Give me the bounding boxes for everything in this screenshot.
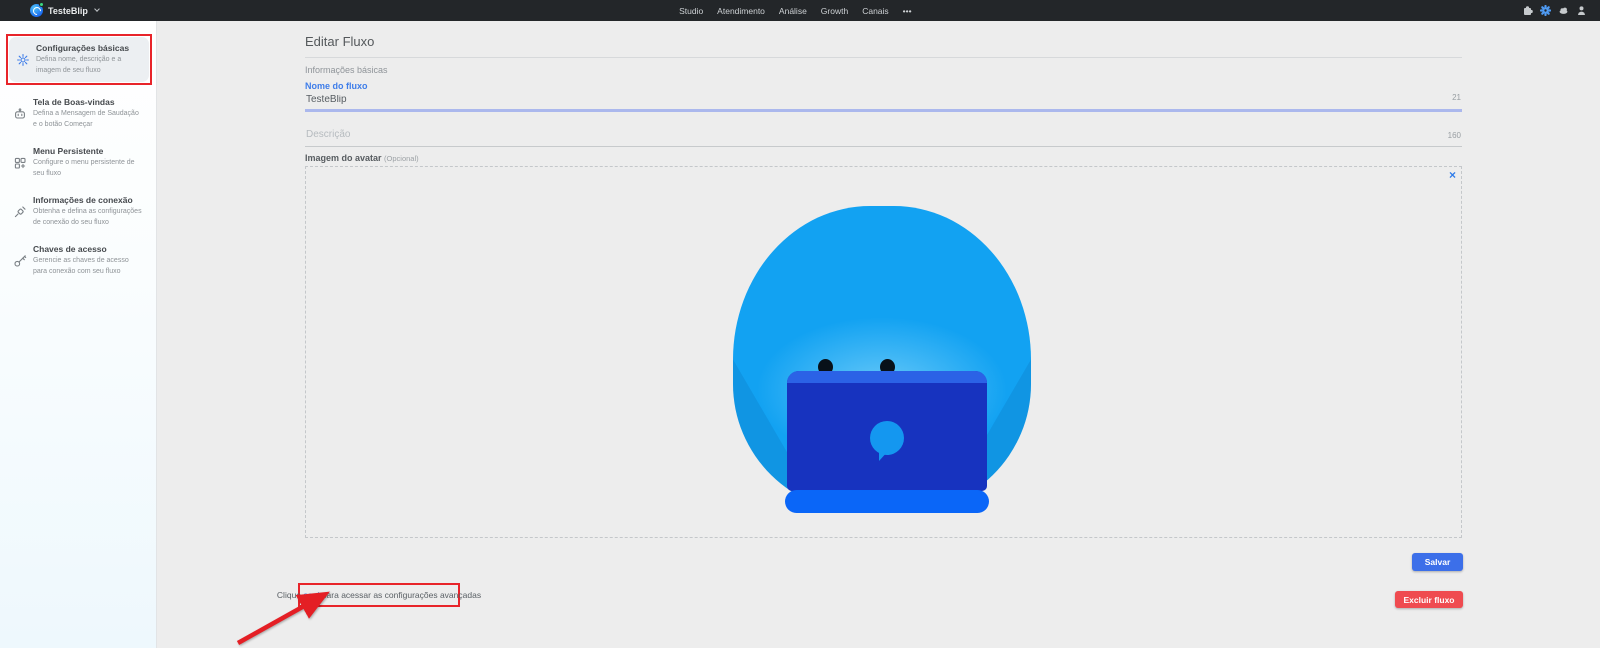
annotation-box-basic-settings: Configurações básicas Defina nome, descr…: [6, 34, 152, 85]
robot-icon: [15, 107, 25, 119]
remove-avatar-button[interactable]: ×: [1449, 169, 1456, 181]
sidebar-item-subtitle: Gerencie as chaves de acesso para conexã…: [33, 257, 129, 275]
page-title: Editar Fluxo: [305, 34, 375, 49]
flow-name-input[interactable]: [305, 94, 1462, 112]
sidebar-item-subtitle: Defina a Mensagem de Saudação e o botão …: [33, 110, 139, 128]
sidebar-item-configuracoes-basicas[interactable]: Configurações básicas Defina nome, descr…: [9, 37, 149, 82]
avatar-label-row: Imagem do avatar (Opcional): [305, 153, 419, 163]
nav-more-icon[interactable]: •••: [903, 6, 912, 16]
topbar: TesteBlip Studio Atendimento Análise Gro…: [0, 0, 1600, 21]
avatar-base-bar: [785, 490, 989, 513]
save-button[interactable]: Salvar: [1412, 553, 1463, 571]
sidebar-item-title: Informações de conexão: [33, 195, 133, 205]
blip-logo-icon: [30, 2, 44, 17]
avatar-label: Imagem do avatar: [305, 153, 382, 163]
advanced-note-suffix: para acessar as configurações avançadas: [319, 590, 482, 600]
settings-icon[interactable]: [1540, 5, 1551, 16]
sidebar-item-subtitle: Obtenha e defina as configurações de con…: [33, 208, 142, 226]
description-counter: 160: [1447, 131, 1461, 140]
sidebar-item-informacoes-conexao[interactable]: Informações de conexão Obtenha e defina …: [6, 189, 152, 234]
delete-flow-button[interactable]: Excluir fluxo: [1395, 591, 1463, 608]
key-icon: [14, 254, 27, 267]
sidebar-item-chaves-acesso[interactable]: Chaves de acesso Gerencie as chaves de a…: [6, 238, 152, 283]
nav-atendimento[interactable]: Atendimento: [717, 6, 765, 16]
account-switcher[interactable]: TesteBlip: [0, 2, 100, 17]
sidebar-item-title: Chaves de acesso: [33, 244, 107, 254]
description-field: 160: [305, 124, 1462, 147]
top-navigation: Studio Atendimento Análise Growth Canais…: [679, 0, 912, 21]
account-name: TesteBlip: [48, 5, 88, 16]
nav-growth[interactable]: Growth: [821, 6, 848, 16]
avatar-laptop-lid: [787, 371, 987, 383]
sidebar-item-title: Tela de Boas-vindas: [33, 97, 115, 107]
sidebar-item-subtitle: Configure o menu persistente de seu flux…: [33, 159, 135, 177]
settings-sidebar: Configurações básicas Defina nome, descr…: [0, 21, 157, 648]
sidebar-item-menu-persistente[interactable]: Menu Persistente Configure o menu persis…: [6, 140, 152, 185]
main-content: Editar Fluxo Informações básicas Nome do…: [158, 21, 1600, 648]
avatar-dropzone[interactable]: ×: [305, 166, 1462, 538]
puzzle-icon[interactable]: [1522, 5, 1533, 16]
user-icon[interactable]: [1576, 5, 1587, 16]
sidebar-item-subtitle: Defina nome, descrição e a imagem de seu…: [36, 56, 122, 74]
menu-grid-icon: [14, 157, 26, 169]
gear-icon: [17, 53, 29, 66]
plug-icon: [14, 205, 26, 217]
avatar-laptop: [787, 371, 987, 491]
nav-studio[interactable]: Studio: [679, 6, 703, 16]
annotation-arrow: [236, 591, 330, 645]
topbar-icons: [1522, 5, 1600, 16]
sidebar-item-title: Menu Persistente: [33, 146, 104, 156]
flow-name-counter: 21: [1452, 93, 1461, 102]
nav-canais[interactable]: Canais: [862, 6, 888, 16]
blip-balloon-icon: [870, 421, 904, 461]
title-divider: [305, 57, 1462, 58]
nav-analise[interactable]: Análise: [779, 6, 807, 16]
status-dot: [39, 2, 44, 7]
sidebar-item-tela-boas-vindas[interactable]: Tela de Boas-vindas Defina a Mensagem de…: [6, 91, 152, 136]
avatar-optional-label: (Opcional): [384, 154, 419, 163]
flow-name-field: 21: [305, 89, 1462, 112]
chevron-down-icon: [94, 6, 100, 12]
description-input[interactable]: [305, 127, 1462, 147]
cloud-icon[interactable]: [1558, 5, 1569, 16]
section-label: Informações básicas: [305, 65, 388, 75]
sidebar-item-title: Configurações básicas: [36, 43, 130, 53]
